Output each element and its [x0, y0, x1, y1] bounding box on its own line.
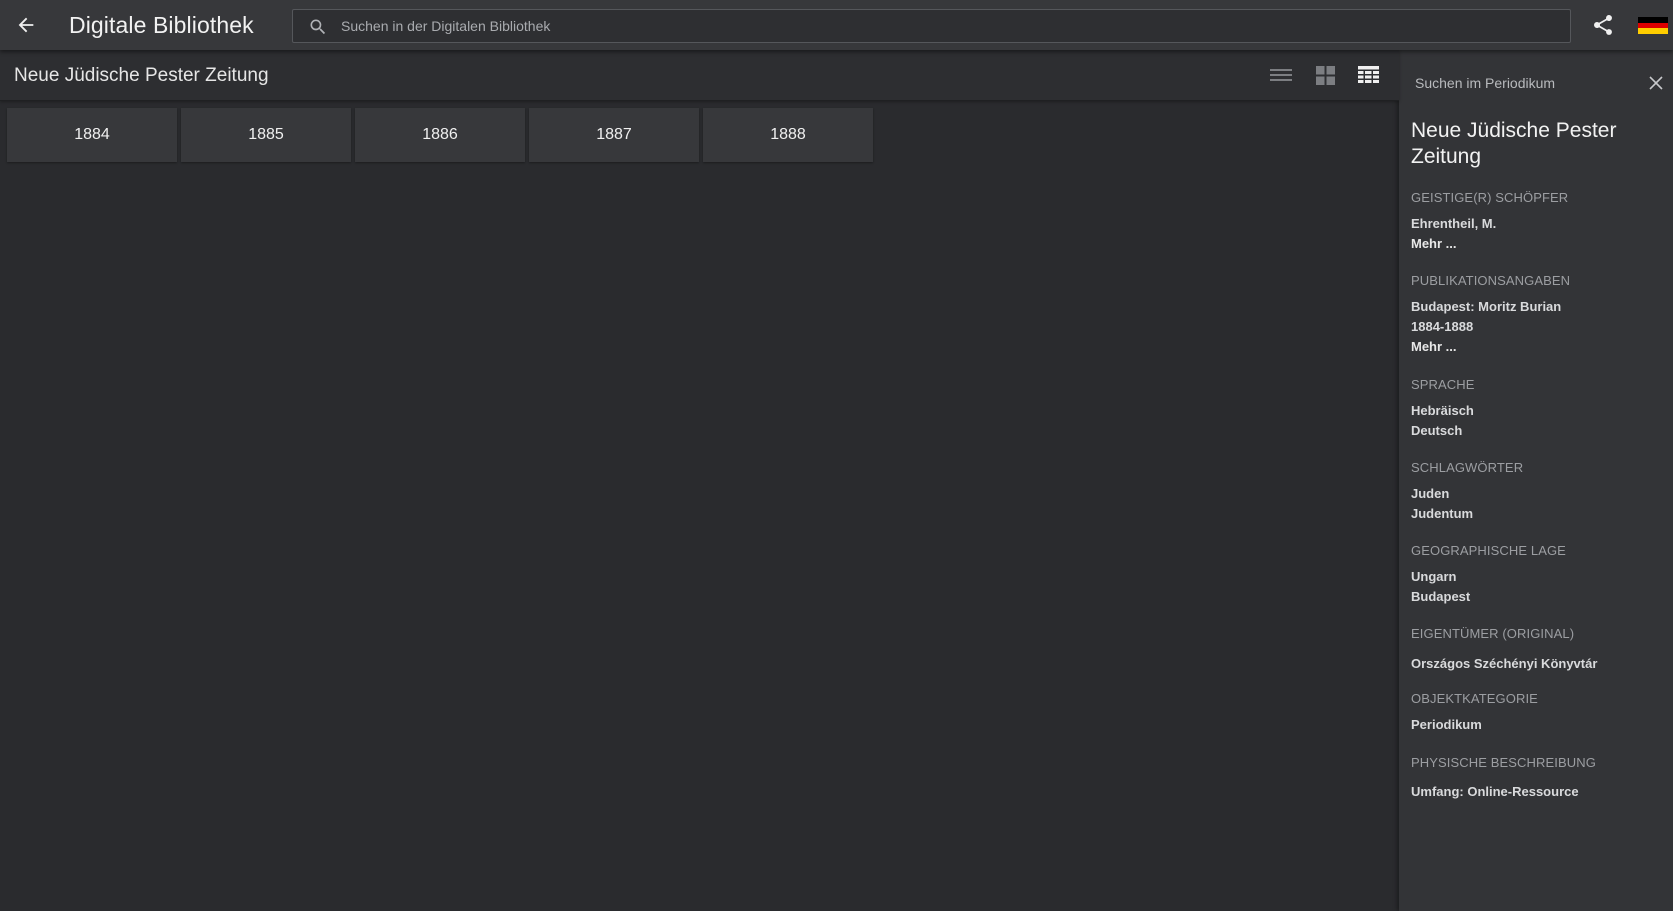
app-bar: Digitale Bibliothek [0, 0, 1673, 50]
meta-value: Periodikum [1411, 717, 1482, 732]
year-tile-1887[interactable]: 1887 [529, 108, 699, 162]
german-flag-icon[interactable] [1638, 17, 1668, 34]
search-input[interactable] [341, 10, 1551, 42]
meta-heading: Geistige(r) Schöpfer [1411, 190, 1569, 205]
year-tile-1884[interactable]: 1884 [7, 108, 177, 162]
close-panel-button[interactable] [1645, 72, 1667, 94]
meta-publication: Publikationsangaben Budapest: Moritz Bur… [1411, 273, 1666, 357]
meta-physical-description: Physische Beschreibung Umfang: Online-Re… [1411, 755, 1666, 802]
back-button[interactable] [8, 7, 44, 43]
arrow-left-icon [18, 17, 34, 33]
meta-geography: Geographische Lage Ungarn Budapest [1411, 543, 1666, 607]
more-link[interactable]: Mehr ... [1411, 337, 1666, 357]
meta-heading: Publikationsangaben [1411, 273, 1571, 288]
meta-keywords: Schlagwörter Juden Judentum [1411, 460, 1666, 524]
year-list: 1884 1885 1886 1887 1888 [7, 108, 873, 162]
meta-value: 1884-1888 [1411, 319, 1474, 334]
search-icon [310, 19, 326, 35]
periodical-header: Neue Jüdische Pester Zeitung [0, 50, 1399, 101]
more-link[interactable]: Mehr ... [1411, 234, 1666, 254]
list-view-button[interactable] [1268, 63, 1294, 87]
table-view-icon [1357, 66, 1379, 83]
close-icon [1649, 76, 1663, 90]
share-button[interactable] [1590, 12, 1616, 38]
meta-value: Budapest [1411, 589, 1471, 604]
meta-value: Budapest: Moritz Burian [1411, 299, 1562, 314]
grid-view-button[interactable] [1312, 63, 1338, 87]
periodical-title: Neue Jüdische Pester Zeitung [14, 65, 269, 86]
year-tile-1885[interactable]: 1885 [181, 108, 351, 162]
grid-view-icon [1315, 65, 1335, 85]
list-view-icon [1270, 69, 1292, 81]
year-tile-1888[interactable]: 1888 [703, 108, 873, 162]
meta-creator: Geistige(r) Schöpfer Ehrentheil, M. Mehr… [1411, 190, 1666, 254]
meta-heading: Schlagwörter [1411, 460, 1524, 475]
meta-heading: Geographische Lage [1411, 543, 1566, 558]
meta-value: Deutsch [1411, 423, 1463, 438]
meta-heading: Sprache [1411, 377, 1475, 392]
meta-value: Umfang: Online-Ressource [1411, 784, 1579, 799]
year-tile-1886[interactable]: 1886 [355, 108, 525, 162]
app-title: Digitale Bibliothek [69, 12, 254, 38]
search-in-periodical-link[interactable]: Suchen im Periodikum [1415, 75, 1555, 91]
share-icon [1594, 15, 1612, 35]
search-box[interactable] [292, 9, 1571, 43]
meta-owner: Eigentümer (Original) Országos Széchényi… [1411, 626, 1666, 674]
meta-value: Juden [1411, 486, 1450, 501]
meta-value: Ungarn [1411, 569, 1457, 584]
meta-value: Országos Széchényi Könyvtár [1411, 656, 1598, 671]
meta-value: Ehrentheil, M. [1411, 216, 1497, 231]
panel-title: Neue Jüdische Pester Zeitung [1411, 119, 1617, 168]
meta-language: Sprache Hebräisch Deutsch [1411, 377, 1666, 441]
meta-object-category: Objektkategorie Periodikum [1411, 691, 1666, 735]
meta-heading: Physische Beschreibung [1411, 755, 1596, 770]
meta-heading: Objektkategorie [1411, 691, 1538, 706]
meta-heading: Eigentümer (Original) [1411, 626, 1575, 641]
flag-stripe-gold [1638, 28, 1668, 34]
meta-value: Hebräisch [1411, 403, 1474, 418]
table-view-button[interactable] [1355, 63, 1381, 87]
meta-value: Judentum [1411, 506, 1474, 521]
metadata-panel: Suchen im Periodikum Neue Jüdische Peste… [1399, 50, 1673, 911]
